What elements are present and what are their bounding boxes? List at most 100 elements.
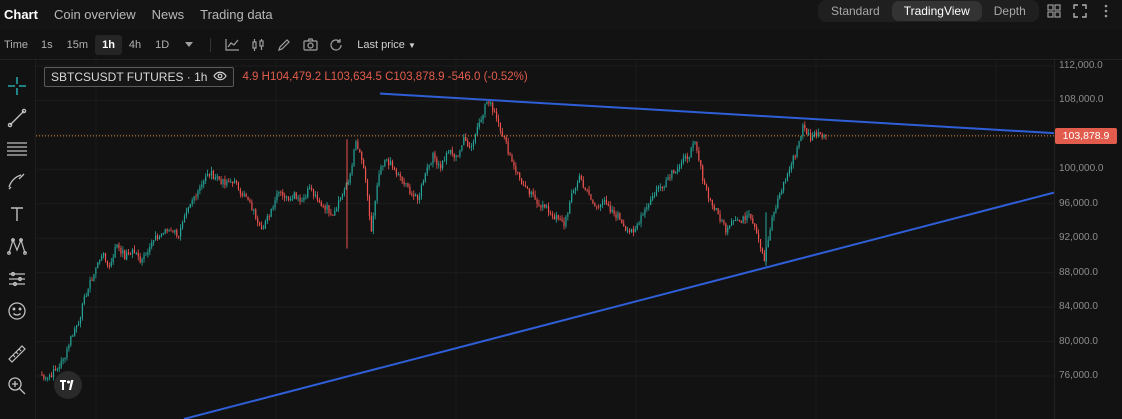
candle-body xyxy=(565,216,567,227)
candle-body xyxy=(680,162,683,167)
text-tool-icon[interactable] xyxy=(5,202,29,226)
pattern-tool-icon[interactable] xyxy=(5,234,29,258)
candle-body xyxy=(678,166,681,169)
candle-body xyxy=(817,132,819,137)
candle-body xyxy=(185,211,188,217)
candle-body xyxy=(178,236,180,238)
timeframe-1D[interactable]: 1D xyxy=(148,35,176,55)
candle-body xyxy=(438,164,440,166)
candle-body xyxy=(725,223,727,233)
timeframe-1s[interactable]: 1s xyxy=(34,35,60,55)
candle-body xyxy=(332,214,334,216)
candle-body xyxy=(201,184,203,188)
candle-body xyxy=(470,146,473,148)
candle-type-icon[interactable] xyxy=(245,35,271,55)
candle-body xyxy=(320,202,322,207)
candle-body xyxy=(70,335,72,346)
candle-body xyxy=(638,223,640,225)
price-axis[interactable]: 112,000.0108,000.0104,000.0100,000.096,0… xyxy=(1054,60,1122,419)
candle-body xyxy=(642,214,644,216)
candle-body xyxy=(465,137,467,142)
candle-body xyxy=(218,176,220,180)
emoji-icon[interactable] xyxy=(5,299,29,323)
candle-body xyxy=(210,170,213,176)
candle-body xyxy=(542,204,544,208)
candle-body xyxy=(376,185,378,201)
trend-line-icon[interactable] xyxy=(5,106,29,130)
candle-body xyxy=(110,262,112,267)
symbol-selector[interactable]: SBTCSUSDT FUTURES · 1h xyxy=(44,67,235,87)
tradingview-logo xyxy=(54,371,82,399)
candle-body xyxy=(783,181,785,191)
candle-body xyxy=(574,187,577,191)
candle-body xyxy=(268,216,270,218)
candle-body xyxy=(274,200,276,208)
candle-body xyxy=(727,227,729,233)
candle-body xyxy=(567,213,569,217)
candle-body xyxy=(769,229,771,241)
candle-body xyxy=(442,161,444,169)
candle-body xyxy=(102,253,105,257)
candle-body xyxy=(145,254,147,256)
mode-tradingview[interactable]: TradingView xyxy=(891,1,982,21)
timeframe-1h[interactable]: 1h xyxy=(95,34,122,55)
fullscreen-icon[interactable] xyxy=(1072,3,1088,19)
zoom-in-icon[interactable] xyxy=(5,374,29,398)
candle-body xyxy=(480,119,482,123)
candle-body xyxy=(338,200,340,209)
candle-body xyxy=(715,208,717,210)
indicators-icon[interactable] xyxy=(219,35,245,55)
candle-body xyxy=(453,153,455,158)
candle-body xyxy=(151,242,153,247)
nav-tab-chart[interactable]: Chart xyxy=(0,0,46,30)
last-price-dropdown[interactable]: Last price ▼ xyxy=(349,39,416,51)
measure-tool-icon[interactable] xyxy=(5,267,29,291)
draw-pen-icon[interactable] xyxy=(271,35,297,55)
eye-icon[interactable] xyxy=(213,68,228,86)
ruler-icon[interactable] xyxy=(5,342,29,366)
timeframe-dropdown-icon[interactable] xyxy=(176,35,202,55)
candle-body xyxy=(771,217,773,230)
candle-body xyxy=(251,201,253,211)
more-options-icon[interactable] xyxy=(1098,3,1114,19)
candle-body xyxy=(557,215,559,219)
candle-body xyxy=(187,207,189,212)
candle-body xyxy=(314,195,317,197)
mode-standard[interactable]: Standard xyxy=(819,1,892,21)
candle-body xyxy=(89,279,91,289)
nav-tab-trading-data[interactable]: Trading data xyxy=(192,0,281,30)
candle-body xyxy=(522,184,525,186)
refresh-icon[interactable] xyxy=(323,35,349,55)
candle-body xyxy=(156,235,159,239)
candle-body xyxy=(684,155,686,158)
candle-body xyxy=(324,206,326,210)
candle-body xyxy=(788,169,790,174)
brush-icon[interactable] xyxy=(5,169,29,193)
candle-body xyxy=(779,193,781,199)
grid-layout-icon[interactable] xyxy=(1046,3,1062,19)
nav-tab-coin-overview[interactable]: Coin overview xyxy=(46,0,144,30)
candle-body xyxy=(794,156,796,158)
camera-icon[interactable] xyxy=(297,35,323,55)
price-chart[interactable] xyxy=(36,60,1054,419)
upper-trendline xyxy=(379,92,1054,135)
candle-body xyxy=(322,206,324,208)
candle-body xyxy=(391,161,394,168)
candle-body xyxy=(740,220,742,223)
candle-body xyxy=(576,182,579,188)
candle-body xyxy=(293,192,295,199)
candle-body xyxy=(120,247,122,254)
chart-plot[interactable] xyxy=(36,60,1054,419)
candle-body xyxy=(584,187,586,190)
crosshair-icon[interactable] xyxy=(5,74,29,98)
candle-body xyxy=(659,186,661,188)
candle-body xyxy=(615,214,617,218)
candle-body xyxy=(563,221,565,227)
timeframe-4h[interactable]: 4h xyxy=(122,35,148,55)
mode-depth[interactable]: Depth xyxy=(982,1,1038,21)
candle-body xyxy=(212,170,214,180)
nav-tab-news[interactable]: News xyxy=(144,0,193,30)
candle-body xyxy=(228,180,230,183)
timeframe-15m[interactable]: 15m xyxy=(60,35,95,55)
horizontal-lines-icon[interactable] xyxy=(5,137,29,161)
